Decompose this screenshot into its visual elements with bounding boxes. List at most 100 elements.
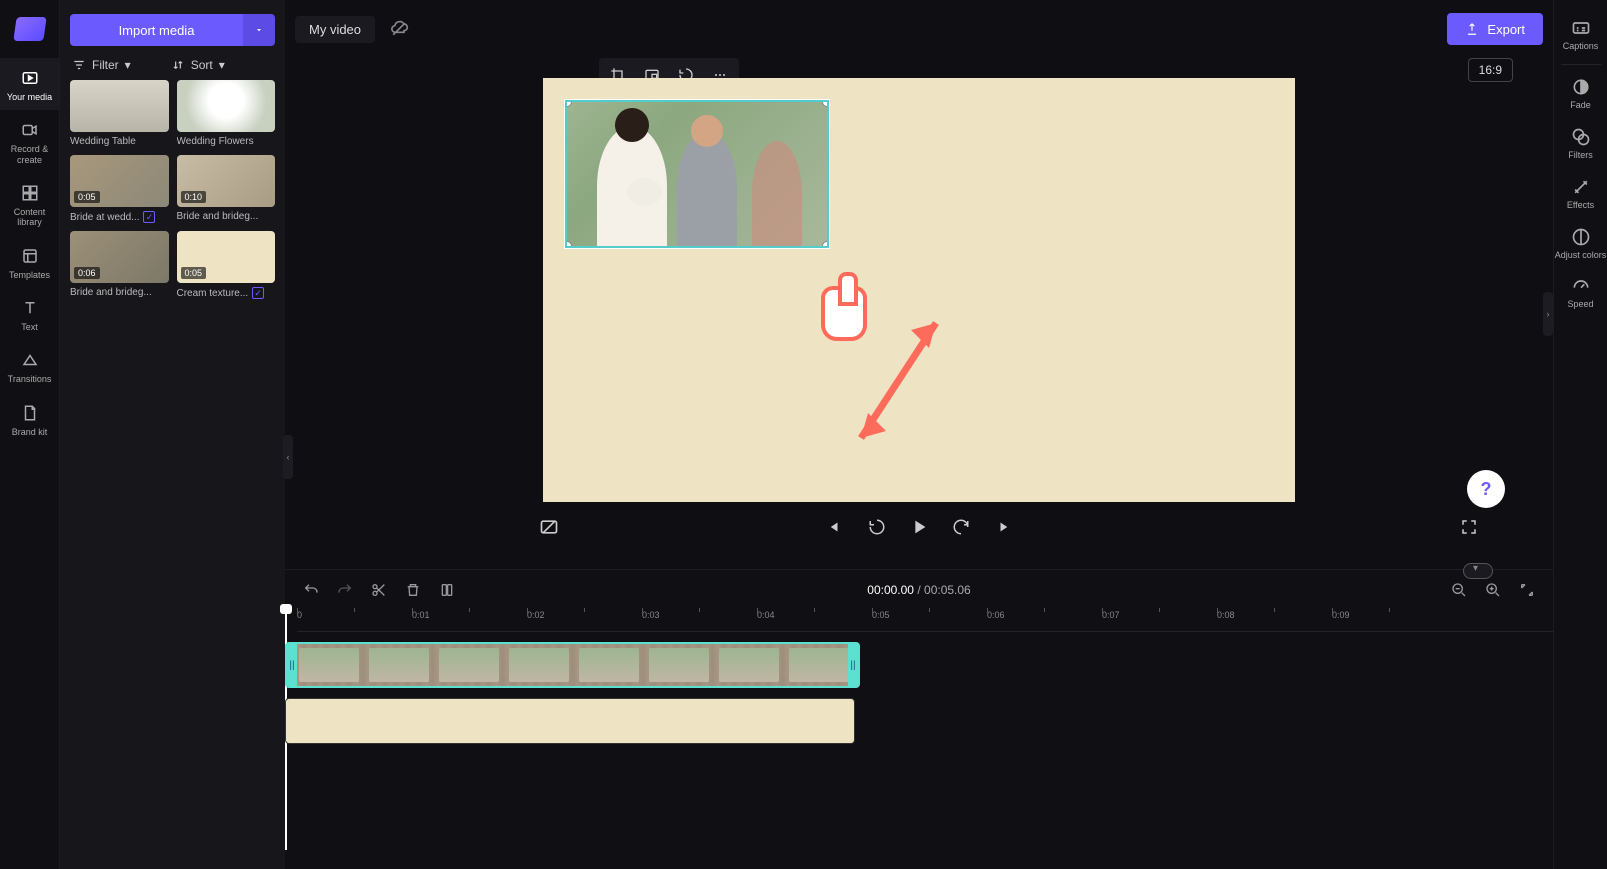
chevron-down-icon: ▾ <box>125 58 131 72</box>
used-check-icon: ✓ <box>252 287 264 299</box>
scissors-icon[interactable] <box>365 576 393 604</box>
captions-icon <box>1571 18 1591 38</box>
hand-cursor-hint-icon <box>821 286 867 341</box>
duration-badge: 0:06 <box>74 267 100 279</box>
fit-icon[interactable] <box>1513 576 1541 604</box>
tick: 0:03 <box>642 610 660 620</box>
play-icon[interactable] <box>907 515 931 539</box>
media-name: Wedding Flowers <box>177 136 276 147</box>
duration-badge: 0:05 <box>74 191 100 203</box>
resize-arrow-hint-icon <box>841 308 951 458</box>
rp-label: Effects <box>1567 201 1594 211</box>
filter-label: Filter <box>92 58 119 72</box>
timeline-tracks[interactable] <box>285 632 1553 869</box>
nav-label: Transitions <box>8 374 52 384</box>
rp-label: Captions <box>1563 42 1599 52</box>
top-bar: My video Export <box>285 0 1553 58</box>
selected-clip-overlay[interactable] <box>565 100 829 248</box>
chevron-down-icon: ▾ <box>219 58 225 72</box>
media-item[interactable]: 0:10 Bride and brideg... <box>177 155 276 223</box>
rewind-icon[interactable] <box>863 513 891 541</box>
zoom-in-icon[interactable] <box>1479 576 1507 604</box>
media-panel: Import media Filter ▾ Sort ▾ Wedding Tab… <box>60 0 285 869</box>
redo-icon[interactable] <box>331 576 359 604</box>
duration-badge: 0:10 <box>181 191 207 203</box>
sort-icon <box>171 58 185 72</box>
import-media-caret[interactable] <box>243 14 275 46</box>
sort-button[interactable]: Sort ▾ <box>171 58 225 72</box>
forward-icon[interactable] <box>947 513 975 541</box>
nav-text[interactable]: Text <box>0 288 60 340</box>
nav-label: Content library <box>2 207 58 228</box>
aspect-ratio[interactable]: 16:9 <box>1468 58 1513 82</box>
brandkit-icon <box>20 403 40 423</box>
left-nav: Your media Record & create Content libra… <box>0 0 60 869</box>
resize-handle-br[interactable] <box>822 241 829 248</box>
filter-icon <box>72 58 86 72</box>
skip-forward-icon[interactable] <box>991 513 1019 541</box>
fade-button[interactable]: Fade <box>1554 69 1607 119</box>
media-name: Bride and brideg... <box>177 211 276 222</box>
skip-back-icon[interactable] <box>819 513 847 541</box>
adjust-colors-button[interactable]: Adjust colors <box>1554 219 1607 269</box>
video-clip[interactable] <box>285 642 860 688</box>
fullscreen-icon[interactable] <box>1455 513 1483 541</box>
tick: 0:05 <box>872 610 890 620</box>
tick: 0:07 <box>1102 610 1120 620</box>
rp-label: Fade <box>1570 101 1591 111</box>
speed-button[interactable]: Speed <box>1554 268 1607 318</box>
media-name: Cream texture... <box>177 288 249 299</box>
tick: 0 <box>297 610 302 620</box>
filter-button[interactable]: Filter ▾ <box>72 58 131 72</box>
time-display: 00:00.00 / 00:05.06 <box>867 583 970 597</box>
effects-icon <box>1571 177 1591 197</box>
record-icon <box>20 120 40 140</box>
project-title[interactable]: My video <box>295 16 375 43</box>
nav-your-media[interactable]: Your media <box>0 58 60 110</box>
nav-record-create[interactable]: Record & create <box>0 110 60 173</box>
tick: 0:01 <box>412 610 430 620</box>
rp-label: Filters <box>1568 151 1593 161</box>
cloud-sync-icon[interactable] <box>389 19 409 39</box>
timeline: 00:00.00 / 00:05.06 0 0:01 0:02 0:03 <box>285 569 1553 869</box>
tick: 0:09 <box>1332 610 1350 620</box>
media-name: Bride and brideg... <box>70 287 169 298</box>
effects-button[interactable]: Effects <box>1554 169 1607 219</box>
app-logo[interactable] <box>0 0 60 58</box>
media-item[interactable]: 0:06 Bride and brideg... <box>70 231 169 299</box>
preview-canvas[interactable] <box>543 78 1295 502</box>
export-button[interactable]: Export <box>1447 13 1543 45</box>
undo-icon[interactable] <box>297 576 325 604</box>
collapse-panel-right[interactable]: › <box>1543 292 1553 336</box>
collapse-panel-left[interactable]: ‹ <box>283 435 293 479</box>
trash-icon[interactable] <box>399 576 427 604</box>
rp-label: Adjust colors <box>1555 251 1607 261</box>
safe-zone-icon[interactable] <box>535 513 563 541</box>
help-button[interactable]: ? <box>1467 470 1505 508</box>
filters-button[interactable]: Filters <box>1554 119 1607 169</box>
text-icon <box>20 298 40 318</box>
nav-label: Record & create <box>2 144 58 165</box>
media-item[interactable]: Wedding Table <box>70 80 169 147</box>
canvas-wrap: 16:9 <box>285 58 1553 569</box>
background-clip[interactable] <box>285 698 855 744</box>
import-media-button[interactable]: Import media <box>70 14 243 46</box>
nav-brand-kit[interactable]: Brand kit <box>0 393 60 445</box>
media-item[interactable]: Wedding Flowers <box>177 80 276 147</box>
nav-templates[interactable]: Templates <box>0 236 60 288</box>
upload-icon <box>1465 22 1479 36</box>
captions-button[interactable]: Captions <box>1554 10 1607 60</box>
media-item[interactable]: 0:05 Cream texture...✓ <box>177 231 276 299</box>
resize-handle-tr[interactable] <box>822 100 829 107</box>
fade-icon <box>1571 77 1591 97</box>
media-item[interactable]: 0:05 Bride at wedd...✓ <box>70 155 169 223</box>
timeline-ruler[interactable]: 0 0:01 0:02 0:03 0:04 0:05 0:06 0:07 0:0… <box>297 610 1553 632</box>
library-icon <box>20 183 40 203</box>
templates-icon <box>20 246 40 266</box>
zoom-out-icon[interactable] <box>1445 576 1473 604</box>
tick: 0:06 <box>987 610 1005 620</box>
split-icon[interactable] <box>433 576 461 604</box>
nav-content-library[interactable]: Content library <box>0 173 60 236</box>
nav-transitions[interactable]: Transitions <box>0 340 60 392</box>
tick: 0:02 <box>527 610 545 620</box>
